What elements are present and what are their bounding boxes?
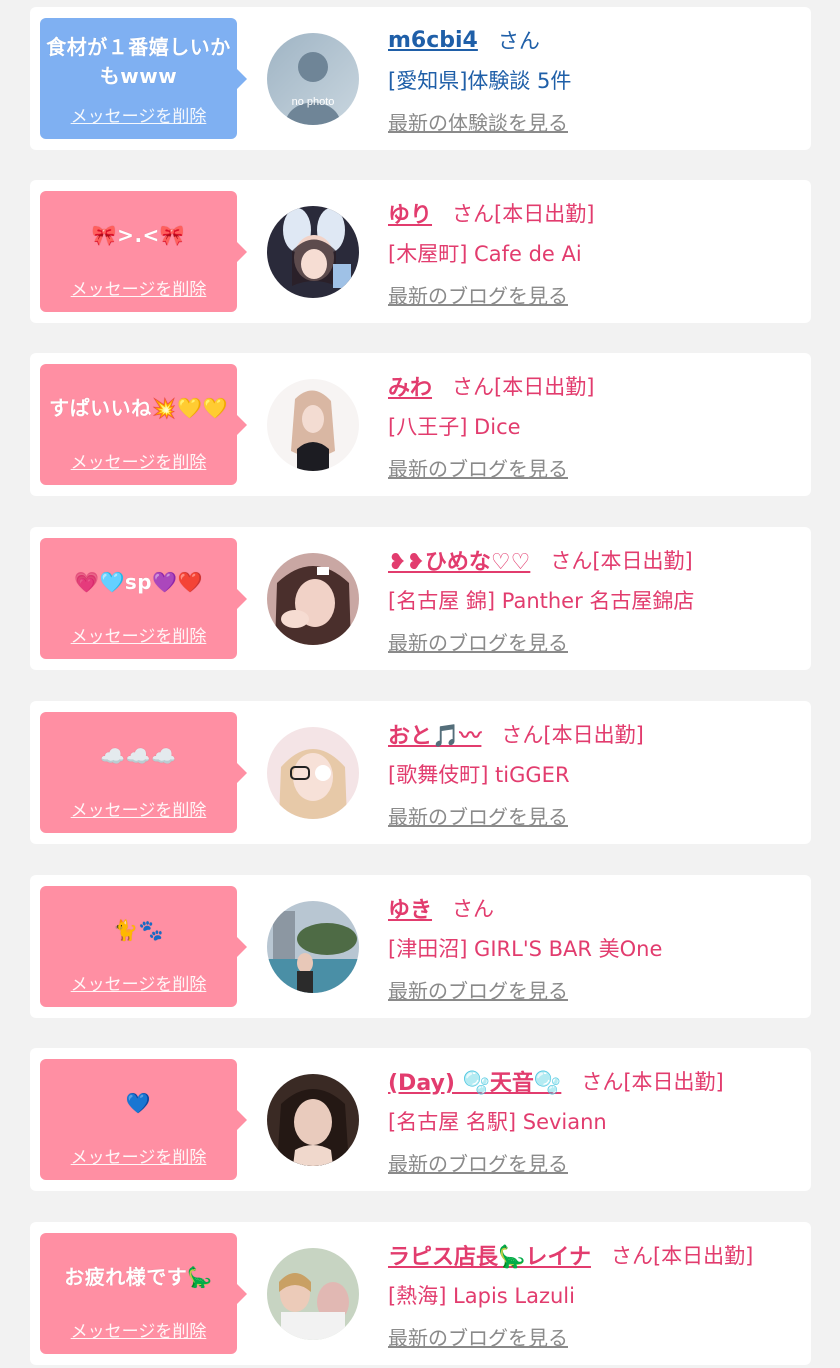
profile-photo (267, 1074, 359, 1166)
message-text: 💗🩵sp💜❤️ (74, 569, 203, 594)
latest-blog-link[interactable]: 最新のブログを見る (388, 453, 568, 482)
profile-info: (Day) 🫧天音🫧 さん [本日出勤] [名古屋 名駅] Seviann 最新… (388, 1060, 801, 1177)
shop-label: [熱海] Lapis Lazuli (388, 1284, 575, 1308)
message-text: 食材が１番嬉しいかもwww (46, 35, 231, 88)
message-bubble: 💗🩵sp💜❤️ メッセージを削除 (40, 538, 247, 659)
message-text: 🎀>.<🎀 (91, 222, 186, 247)
latest-blog-link[interactable]: 最新のブログを見る (388, 801, 568, 830)
shop-label: [木屋町] Cafe de Ai (388, 242, 582, 266)
message-text: 💙 (125, 1090, 152, 1115)
message-bubble: 💙 メッセージを削除 (40, 1059, 247, 1180)
profile-info: m6cbi4 さん [愛知県]体験談 5件 最新の体験談を見る (388, 19, 801, 136)
no-photo-avatar-image: no photo (267, 33, 359, 125)
honorific: さん (610, 1244, 653, 1268)
latest-review-link[interactable]: 最新の体験談を見る (388, 107, 568, 136)
avatar[interactable] (267, 206, 359, 298)
avatar[interactable] (267, 901, 359, 993)
work-status: [本日出勤] (543, 723, 644, 747)
shop-label: [八王子] Dice (388, 415, 521, 439)
message-bubble: ☁️☁️☁️ メッセージを削除 (40, 712, 247, 833)
avatar[interactable] (267, 379, 359, 471)
profile-info: みわ さん [本日出勤] [八王子] Dice 最新のブログを見る (388, 365, 801, 482)
profile-photo (267, 727, 359, 819)
delete-message-link[interactable]: メッセージを削除 (46, 1317, 231, 1342)
message-card: 💙 メッセージを削除 (Day) 🫧天音🫧 さん [本日出勤] [名古屋 名駅]… (30, 1048, 811, 1191)
message-text: ☁️☁️☁️ (100, 743, 177, 768)
message-card: お疲れ様です🦕 メッセージを削除 ラピス店長🦕レイナ さん [本日出勤] [熱海… (30, 1222, 811, 1365)
honorific: さん (501, 723, 544, 747)
profile-photo (267, 1248, 359, 1340)
work-status: [本日出勤] (652, 1244, 754, 1268)
message-text: お疲れ様です🦕 (64, 1264, 213, 1289)
latest-blog-link[interactable]: 最新のブログを見る (388, 1148, 568, 1177)
message-bubble: 🐈🐾 メッセージを削除 (40, 886, 247, 1007)
latest-blog-link[interactable]: 最新のブログを見る (388, 975, 568, 1004)
message-bubble: 食材が１番嬉しいかもwww メッセージを削除 (40, 18, 247, 139)
delete-message-link[interactable]: メッセージを削除 (46, 275, 231, 300)
honorific: さん (452, 897, 495, 921)
latest-blog-link[interactable]: 最新のブログを見る (388, 1322, 568, 1351)
message-text: 🐈🐾 (113, 917, 164, 942)
profile-name-link[interactable]: (Day) 🫧天音🫧 (388, 1065, 561, 1097)
work-status: [本日出勤] (592, 549, 693, 573)
profile-photo (267, 206, 359, 298)
profile-name-link[interactable]: ❥❥ひめな♡♡ (388, 544, 530, 576)
profile-name-link[interactable]: みわ (388, 370, 432, 402)
honorific: さん (550, 549, 593, 573)
profile-photo (267, 379, 359, 471)
message-bubble: すぱいいね💥💛💛 メッセージを削除 (40, 364, 247, 485)
shop-label: [名古屋 錦] Panther 名古屋錦店 (388, 589, 695, 613)
work-status: [本日出勤] (623, 1070, 724, 1094)
profile-info: ゆり さん [本日出勤] [木屋町] Cafe de Ai 最新のブログを見る (388, 192, 801, 309)
profile-name-link[interactable]: ラピス店長🦕レイナ (388, 1239, 591, 1271)
message-card: 🐈🐾 メッセージを削除 ゆき さん [津田沼] GIRL'S BAR 美One … (30, 875, 811, 1018)
delete-message-link[interactable]: メッセージを削除 (46, 970, 231, 995)
message-card: 🎀>.<🎀 メッセージを削除 ゆり さん [本日出勤] [木屋町] Cafe d… (30, 180, 811, 323)
latest-blog-link[interactable]: 最新のブログを見る (388, 627, 568, 656)
message-card: 食材が１番嬉しいかもwww メッセージを削除 no photo m6cbi4 さ… (30, 7, 811, 150)
profile-info: おと🎵〰 さん [本日出勤] [歌舞伎町] tiGGER 最新のブログを見る (388, 713, 801, 830)
avatar[interactable] (267, 553, 359, 645)
message-list: 食材が１番嬉しいかもwww メッセージを削除 no photo m6cbi4 さ… (0, 0, 840, 1368)
profile-info: ラピス店長🦕レイナ さん [本日出勤] [熱海] Lapis Lazuli 最新… (388, 1234, 801, 1351)
message-card: すぱいいね💥💛💛 メッセージを削除 みわ さん [本日出勤] [八王子] Dic… (30, 353, 811, 496)
latest-blog-link[interactable]: 最新のブログを見る (388, 280, 568, 309)
work-status: [本日出勤] (494, 202, 595, 226)
delete-message-link[interactable]: メッセージを削除 (46, 102, 231, 127)
honorific: さん (581, 1070, 624, 1094)
profile-photo (267, 901, 359, 993)
avatar[interactable]: no photo (267, 33, 359, 125)
profile-info: ゆき さん [津田沼] GIRL'S BAR 美One 最新のブログを見る (388, 887, 801, 1004)
delete-message-link[interactable]: メッセージを削除 (46, 622, 231, 647)
honorific: さん (452, 375, 495, 399)
honorific: さん (497, 29, 540, 53)
delete-message-link[interactable]: メッセージを削除 (46, 448, 231, 473)
avatar[interactable] (267, 727, 359, 819)
message-bubble: 🎀>.<🎀 メッセージを削除 (40, 191, 247, 312)
svg-text:no photo: no photo (292, 96, 335, 108)
profile-name-link[interactable]: ゆき (388, 892, 432, 924)
avatar[interactable] (267, 1248, 359, 1340)
profile-name-link[interactable]: おと🎵〰 (388, 718, 481, 750)
profile-info: ❥❥ひめな♡♡ さん [本日出勤] [名古屋 錦] Panther 名古屋錦店 … (388, 539, 801, 656)
shop-label: [歌舞伎町] tiGGER (388, 763, 570, 787)
message-bubble: お疲れ様です🦕 メッセージを削除 (40, 1233, 247, 1354)
message-card: 💗🩵sp💜❤️ メッセージを削除 ❥❥ひめな♡♡ さん [本日出勤] [名古屋 … (30, 527, 811, 670)
profile-photo (267, 553, 359, 645)
delete-message-link[interactable]: メッセージを削除 (46, 796, 231, 821)
message-card: ☁️☁️☁️ メッセージを削除 おと🎵〰 さん [本日出勤] [歌舞伎町] ti… (30, 701, 811, 844)
shop-label: [愛知県]体験談 5件 (388, 69, 572, 93)
work-status: [本日出勤] (494, 375, 595, 399)
message-text: すぱいいね💥💛💛 (49, 395, 228, 420)
honorific: さん (452, 202, 495, 226)
delete-message-link[interactable]: メッセージを削除 (46, 1143, 231, 1168)
profile-name-link[interactable]: ゆり (388, 197, 432, 229)
profile-name-link[interactable]: m6cbi4 (388, 28, 478, 53)
shop-label: [津田沼] GIRL'S BAR 美One (388, 937, 663, 961)
avatar[interactable] (267, 1074, 359, 1166)
shop-label: [名古屋 名駅] Seviann (388, 1110, 607, 1134)
